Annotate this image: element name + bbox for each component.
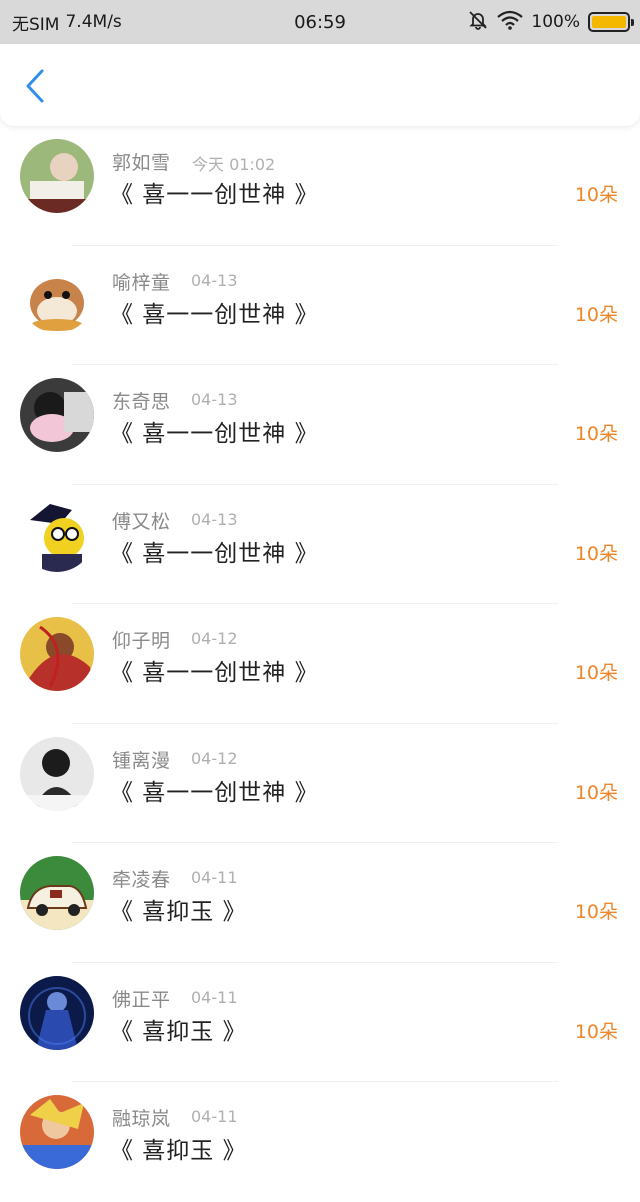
record-date: 04-12 [191,629,238,648]
user-name: 东奇思 [112,391,171,413]
work-title: 《 喜一一创世神 》 [110,301,319,328]
user-name: 郭如雪 [112,152,171,174]
record-date: 04-11 [191,868,238,887]
flower-count: 10朵 [574,662,618,684]
list-item[interactable]: 锺离漫 04-12 《 喜一一创世神 》 10朵 [0,724,640,843]
list-item[interactable]: 喻梓童 04-13 《 喜一一创世神 》 10朵 [0,246,640,365]
flower-count: 10朵 [574,901,618,923]
record-date: 04-11 [191,987,238,1007]
chevron-left-icon [24,68,46,108]
record-date: 今天 01:02 [192,155,276,174]
flower-count: 10朵 [574,781,618,804]
status-bar: 无SIM 7.4M/s 06:59 100% [0,0,640,44]
avatar [20,1095,94,1169]
avatar [20,497,94,572]
status-right: 100% [467,9,634,36]
back-button[interactable] [18,68,52,108]
list-item[interactable]: 佛正平 04-11 《 喜抑玉 》 10朵 [0,963,640,1082]
list-item[interactable]: 融琼岚 04-11 《 喜抑玉 》 [0,1082,640,1202]
wifi-icon [497,10,524,35]
avatar [20,139,94,213]
network-speed: 7.4M/s [65,12,122,32]
battery-percent: 100% [531,12,580,32]
avatar [20,975,94,1050]
avatar [20,258,94,333]
avatar [20,378,94,452]
flower-count: 10朵 [574,542,618,565]
work-title: 《 喜一一创世神 》 [110,660,319,686]
work-title: 《 喜一一创世神 》 [110,421,319,447]
list-item[interactable]: 仰子明 04-12 《 喜一一创世神 》 10朵 [0,604,640,724]
work-title: 《 喜一一创世神 》 [110,540,319,567]
work-title: 《 喜一一创世神 》 [110,779,319,806]
work-title: 《 喜抑玉 》 [110,1018,247,1045]
user-name: 仰子明 [112,630,171,652]
user-name: 傅又松 [112,510,171,533]
gift-record-list: 郭如雪 今天 01:02 《 喜一一创世神 》 10朵 喻梓童 04-13 《 … [0,126,640,1202]
avatar [20,617,94,691]
carrier-label: 无SIM [12,14,60,35]
user-name: 融琼岚 [112,1108,171,1130]
avatar [20,736,94,811]
user-name: 锺离漫 [112,749,171,772]
status-left: 无SIM 7.4M/s [12,10,122,35]
avatar [20,856,94,930]
user-name: 牵凌春 [112,869,171,891]
list-item[interactable]: 牵凌春 04-11 《 喜抑玉 》 10朵 [0,843,640,963]
list-item[interactable]: 傅又松 04-13 《 喜一一创世神 》 10朵 [0,485,640,604]
bell-muted-icon [467,9,489,36]
work-title: 《 喜抑玉 》 [110,1138,247,1164]
record-date: 04-13 [191,390,238,409]
flower-count: 10朵 [574,1020,618,1043]
record-date: 04-11 [191,1107,238,1126]
flower-count: 10朵 [574,184,618,206]
record-date: 04-13 [191,270,238,290]
list-item[interactable]: 郭如雪 今天 01:02 《 喜一一创世神 》 10朵 [0,126,640,246]
battery-fill [592,16,626,28]
record-date: 04-12 [191,748,238,768]
flower-count: 10朵 [574,423,618,445]
list-item[interactable]: 东奇思 04-13 《 喜一一创世神 》 10朵 [0,365,640,485]
work-title: 《 喜抑玉 》 [110,899,247,925]
flower-count: 10朵 [574,303,618,326]
user-name: 喻梓童 [112,271,171,294]
battery-icon [588,12,634,32]
record-date: 04-13 [191,509,238,529]
nav-bar [0,44,640,126]
user-name: 佛正平 [112,988,171,1011]
work-title: 《 喜一一创世神 》 [110,182,319,208]
